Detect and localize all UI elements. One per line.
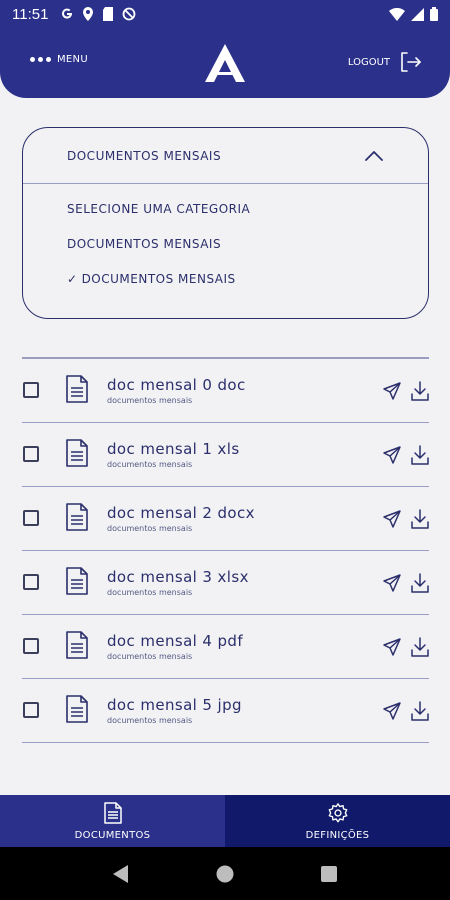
document-row[interactable]: doc mensal 4 pdf documentos mensais — [22, 615, 429, 679]
app-header: MENU LOGOUT — [0, 28, 450, 98]
document-title[interactable]: doc mensal 0 doc — [107, 376, 246, 394]
back-icon[interactable] — [113, 864, 129, 883]
row-checkbox[interactable] — [23, 381, 39, 398]
dropdown-option-selected[interactable]: ✓ DOCUMENTOS MENSAIS — [67, 272, 236, 286]
send-icon[interactable] — [383, 445, 401, 464]
menu-button[interactable]: MENU — [30, 54, 88, 65]
google-icon — [62, 8, 73, 19]
document-row[interactable]: doc mensal 1 xls documentos mensais — [22, 423, 429, 487]
dropdown-option-label: DOCUMENTOS MENSAIS — [81, 272, 236, 286]
download-icon[interactable] — [411, 572, 429, 593]
send-icon[interactable] — [383, 509, 401, 528]
document-category: documentos mensais — [107, 459, 193, 469]
battery-icon — [430, 7, 438, 21]
document-title[interactable]: doc mensal 1 xls — [107, 440, 240, 458]
download-icon[interactable] — [411, 508, 429, 529]
dropdown-selected-value: DOCUMENTOS MENSAIS — [67, 148, 222, 163]
send-icon[interactable] — [383, 701, 401, 720]
wifi-icon — [389, 7, 405, 21]
gear-icon — [328, 802, 347, 822]
row-checkbox[interactable] — [23, 445, 39, 462]
document-category: documentos mensais — [107, 651, 193, 661]
recents-icon[interactable] — [320, 865, 337, 882]
download-icon[interactable] — [411, 380, 429, 401]
send-icon[interactable] — [383, 573, 401, 592]
dropdown-option[interactable]: SELECIONE UMA CATEGORIA — [67, 202, 250, 216]
document-row[interactable]: doc mensal 5 jpg documentos mensais — [22, 679, 429, 743]
document-category: documentos mensais — [107, 395, 193, 405]
tab-documentos-label: DOCUMENTOS — [74, 829, 151, 841]
download-icon[interactable] — [411, 700, 429, 721]
tab-definicoes-label: DEFINIÇÕES — [305, 829, 370, 841]
row-checkbox[interactable] — [23, 509, 39, 526]
download-icon[interactable] — [411, 444, 429, 465]
android-navigation-bar — [0, 847, 450, 900]
document-title[interactable]: doc mensal 2 docx — [107, 504, 255, 522]
signal-icon — [411, 7, 424, 21]
document-icon — [66, 438, 88, 467]
document-icon — [66, 374, 88, 403]
document-icon — [103, 801, 122, 824]
check-icon: ✓ — [67, 272, 78, 286]
document-icon — [66, 694, 88, 723]
dropdown-option-label: DOCUMENTOS MENSAIS — [67, 237, 222, 251]
send-icon[interactable] — [383, 637, 401, 656]
category-dropdown[interactable]: DOCUMENTOS MENSAIS SELECIONE UMA CATEGOR… — [22, 127, 429, 319]
logout-button[interactable]: LOGOUT — [348, 50, 422, 74]
dropdown-option-label: SELECIONE UMA CATEGORIA — [67, 202, 251, 216]
document-row[interactable]: doc mensal 3 xlsx documentos mensais — [22, 551, 429, 615]
document-list: doc mensal 0 doc documentos mensais doc … — [22, 357, 429, 743]
document-icon — [66, 630, 88, 659]
logout-label: LOGOUT — [347, 56, 390, 68]
document-icon — [66, 502, 88, 531]
document-title[interactable]: doc mensal 3 xlsx — [107, 568, 249, 586]
dropdown-option[interactable]: DOCUMENTOS MENSAIS — [67, 237, 221, 251]
row-checkbox[interactable] — [23, 637, 39, 654]
home-icon[interactable] — [216, 865, 234, 883]
menu-label: MENU — [57, 54, 88, 65]
document-icon — [66, 566, 88, 595]
status-time: 11:51 — [12, 5, 49, 23]
document-category: documentos mensais — [107, 715, 193, 725]
document-row[interactable]: doc mensal 0 doc documentos mensais — [22, 359, 429, 423]
app-logo[interactable] — [205, 44, 245, 82]
dropdown-header[interactable]: DOCUMENTOS MENSAIS — [23, 128, 428, 184]
row-checkbox[interactable] — [23, 701, 39, 718]
tab-documentos[interactable]: DOCUMENTOS — [0, 795, 225, 847]
sd-card-icon — [103, 7, 114, 21]
document-category: documentos mensais — [107, 523, 193, 533]
document-category: documentos mensais — [107, 587, 193, 597]
status-bar: 11:51 — [0, 0, 450, 28]
download-icon[interactable] — [411, 636, 429, 657]
logout-icon — [401, 52, 421, 72]
row-checkbox[interactable] — [23, 573, 39, 590]
document-title[interactable]: doc mensal 4 pdf — [107, 632, 243, 650]
bottom-navigation: DOCUMENTOS DEFINIÇÕES — [0, 795, 450, 847]
tab-definicoes[interactable]: DEFINIÇÕES — [225, 795, 450, 847]
dots-menu-icon — [30, 57, 51, 62]
location-icon — [83, 7, 94, 21]
chevron-up-icon[interactable] — [364, 150, 384, 162]
no-data-icon — [123, 7, 136, 21]
document-title[interactable]: doc mensal 5 jpg — [107, 696, 242, 714]
send-icon[interactable] — [383, 381, 401, 400]
document-row[interactable]: doc mensal 2 docx documentos mensais — [22, 487, 429, 551]
